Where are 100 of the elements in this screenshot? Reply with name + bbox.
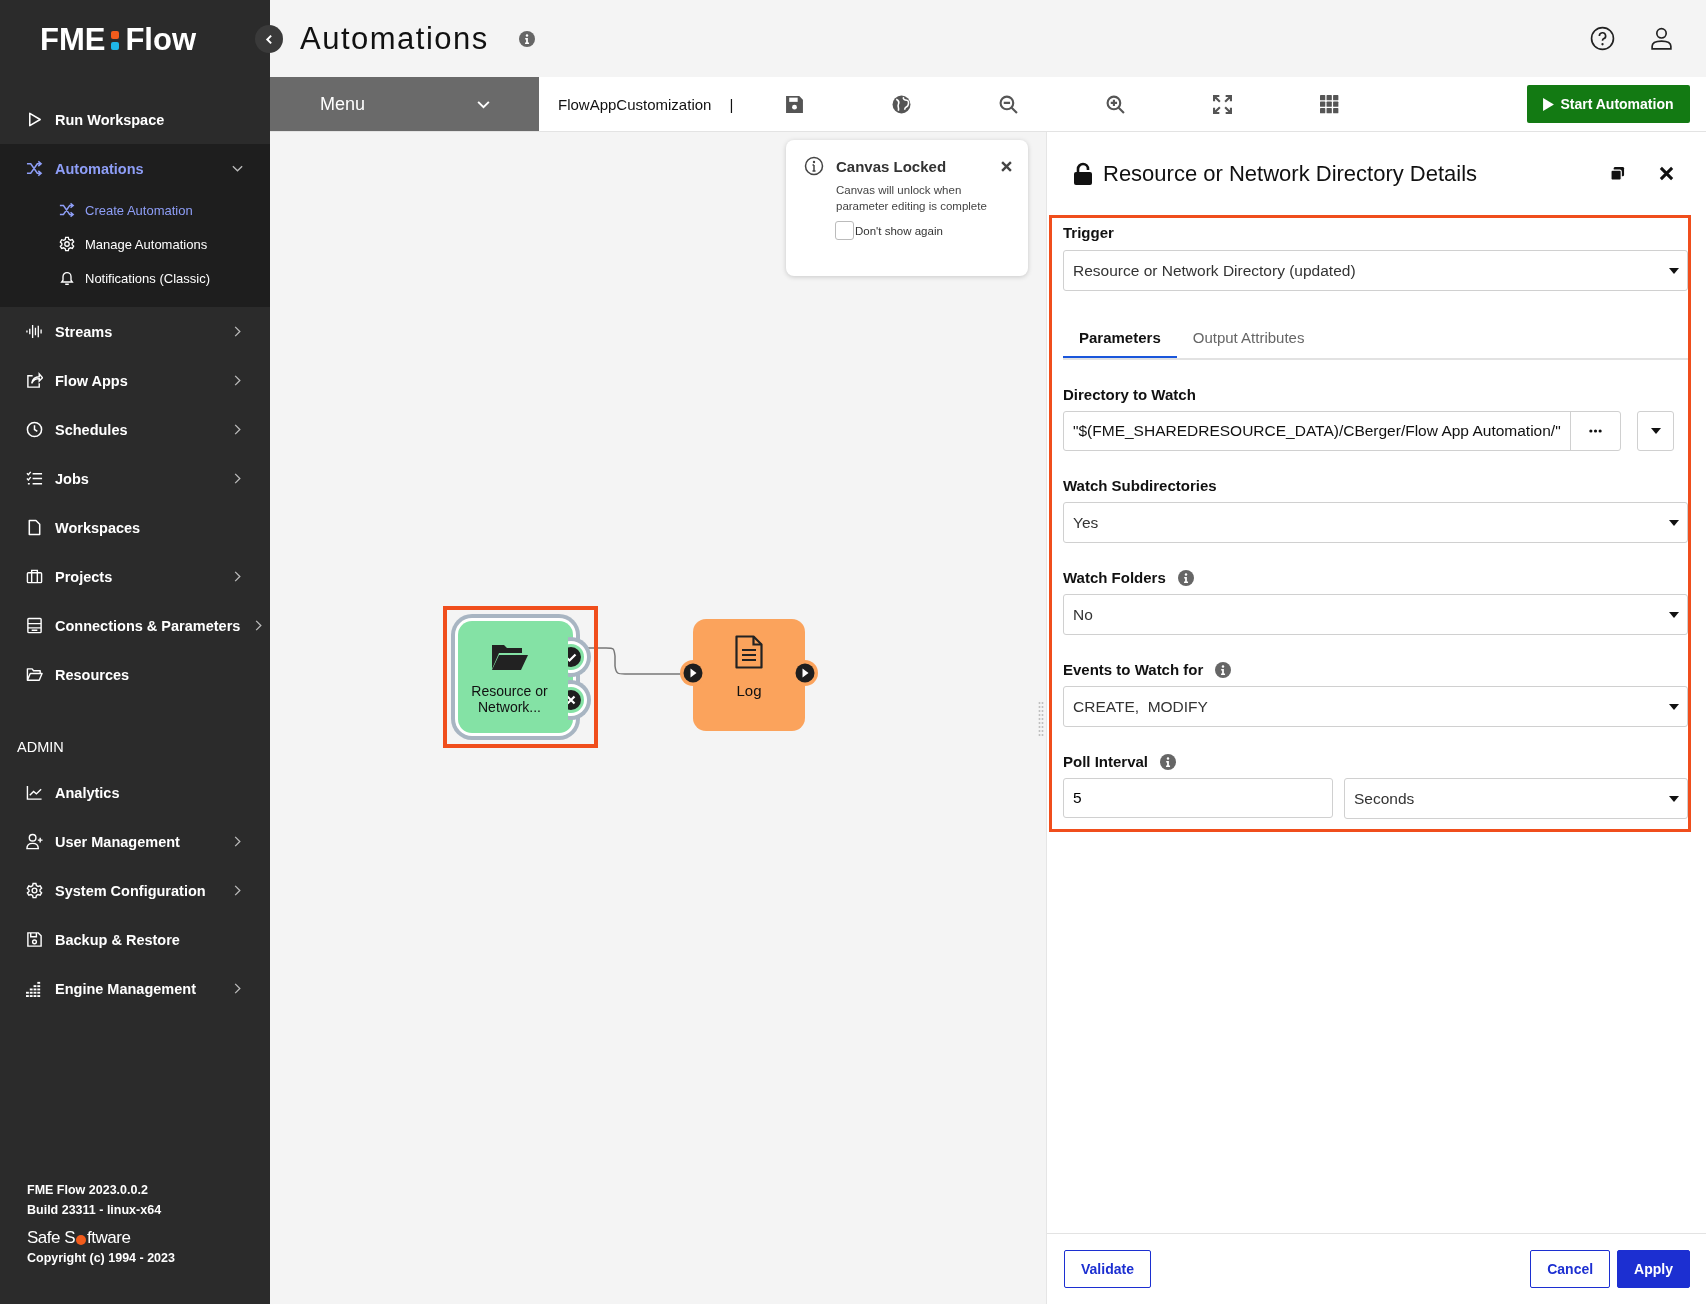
start-automation-button[interactable]: Start Automation bbox=[1527, 85, 1690, 123]
bar-grid-icon bbox=[26, 980, 43, 997]
info-icon bbox=[804, 156, 824, 176]
logo-text: Flow bbox=[125, 22, 197, 58]
help-icon[interactable] bbox=[1590, 26, 1615, 51]
caret-icon bbox=[1669, 519, 1679, 526]
apply-button[interactable]: Apply bbox=[1617, 1250, 1690, 1288]
waveform-icon bbox=[26, 323, 43, 340]
info-icon[interactable] bbox=[1215, 661, 1232, 678]
logo-text: FME bbox=[40, 22, 106, 58]
nav-subitem[interactable]: Notifications (Classic) bbox=[0, 261, 270, 295]
nav-item[interactable]: Streams bbox=[0, 307, 270, 356]
nav-item[interactable]: Schedules bbox=[0, 405, 270, 454]
logo-mark-icon bbox=[111, 29, 120, 51]
zoom-in-icon[interactable] bbox=[1106, 94, 1126, 114]
tab[interactable]: Parameters bbox=[1063, 318, 1177, 358]
nav-item[interactable]: Connections & Parameters bbox=[0, 601, 270, 650]
info-icon[interactable] bbox=[1177, 569, 1194, 586]
close-icon[interactable] bbox=[1659, 166, 1674, 181]
nav-item[interactable]: Workspaces bbox=[0, 503, 270, 552]
more-icon bbox=[1589, 429, 1602, 433]
field-label: Watch Folders bbox=[1063, 569, 1166, 586]
nav-item[interactable]: Engine Management bbox=[0, 964, 270, 1013]
checklist-icon bbox=[26, 470, 43, 487]
close-icon[interactable] bbox=[1001, 160, 1012, 172]
nav-item[interactable]: Resources bbox=[0, 650, 270, 699]
play-icon bbox=[1543, 97, 1555, 111]
select-field[interactable]: Yes bbox=[1063, 502, 1688, 543]
grid-icon[interactable] bbox=[1320, 94, 1340, 114]
play-icon bbox=[26, 111, 43, 128]
user-icon[interactable] bbox=[1649, 26, 1674, 51]
caret-icon bbox=[1669, 795, 1679, 802]
shuffle-icon bbox=[59, 202, 75, 218]
briefcase-icon bbox=[26, 568, 43, 585]
page-title: Automations bbox=[300, 20, 489, 57]
caret-icon bbox=[1669, 267, 1679, 274]
fit-screen-icon[interactable] bbox=[1213, 94, 1233, 114]
number-field[interactable]: 5 bbox=[1063, 778, 1333, 818]
build-text: Build 23311 - linux-x64 bbox=[27, 1202, 163, 1219]
menu-dropdown[interactable]: Menu bbox=[270, 77, 539, 131]
output-port-icon[interactable] bbox=[792, 660, 818, 686]
nav-item[interactable]: System Configuration bbox=[0, 866, 270, 915]
copyright-text: Copyright (c) 1994 - 2023 bbox=[27, 1250, 176, 1267]
nav-item[interactable]: Jobs bbox=[0, 454, 270, 503]
path-field[interactable]: "$(FME_SHAREDRESOURCE_DATA)/CBerger/Flow App Automation/" bbox=[1063, 411, 1621, 451]
nav-subitem[interactable]: Manage Automations bbox=[0, 227, 270, 261]
panel-title: Resource or Network Directory Details bbox=[1103, 160, 1478, 187]
chevron-left-icon bbox=[263, 33, 275, 45]
unit-select[interactable]: Seconds bbox=[1344, 778, 1688, 819]
document-icon bbox=[26, 519, 43, 536]
field-label: Poll Interval bbox=[1063, 753, 1149, 770]
document-icon bbox=[735, 635, 763, 669]
checkbox[interactable] bbox=[835, 221, 854, 240]
input-port-icon[interactable] bbox=[680, 660, 706, 686]
form-icon bbox=[26, 617, 43, 634]
caret-icon bbox=[1650, 428, 1661, 434]
checkbox-label: Don't show again bbox=[855, 224, 943, 237]
workspace-name: FlowAppCustomization bbox=[558, 95, 712, 113]
version-text: FME Flow 2023.0.0.2 bbox=[27, 1182, 149, 1199]
node-label: Resource or Network... bbox=[470, 683, 549, 715]
nav-item[interactable]: Backup & Restore bbox=[0, 915, 270, 964]
field-label: Directory to Watch bbox=[1063, 386, 1196, 403]
field-label: Events to Watch for bbox=[1063, 661, 1204, 678]
line-chart-icon bbox=[26, 784, 43, 801]
cancel-button[interactable]: Cancel bbox=[1530, 1250, 1611, 1288]
select-field[interactable]: No bbox=[1063, 594, 1688, 635]
validate-button[interactable]: Validate bbox=[1064, 1250, 1151, 1288]
dot-icon bbox=[76, 1234, 87, 1245]
gear-icon bbox=[59, 236, 75, 252]
tab[interactable]: Output Attributes bbox=[1176, 318, 1321, 358]
caret-icon bbox=[1669, 703, 1679, 710]
company-logo-text: Safe S bbox=[27, 1228, 76, 1248]
field-label: Watch Subdirectories bbox=[1063, 477, 1217, 494]
resize-handle-icon[interactable] bbox=[1038, 701, 1044, 737]
select-field[interactable]: CREATE, MODIFY bbox=[1063, 686, 1688, 727]
zoom-out-icon[interactable] bbox=[999, 94, 1019, 114]
nav-item[interactable]: User Management bbox=[0, 817, 270, 866]
nav-item[interactable]: Flow Apps bbox=[0, 356, 270, 405]
node-label: Log bbox=[736, 683, 762, 699]
nav-item[interactable]: Run Workspace bbox=[0, 95, 270, 144]
popup-message: Canvas will unlock when parameter editing is complete bbox=[836, 183, 988, 214]
add-user-icon bbox=[26, 833, 43, 850]
info-icon[interactable] bbox=[518, 30, 535, 47]
pop-out-icon[interactable] bbox=[1610, 166, 1625, 181]
info-icon[interactable] bbox=[1160, 753, 1177, 770]
clock-icon bbox=[26, 421, 43, 438]
nav-item[interactable]: Automations bbox=[0, 144, 270, 193]
globe-icon[interactable] bbox=[892, 94, 912, 114]
section-heading: ADMIN bbox=[16, 738, 65, 757]
trigger-select[interactable]: Resource or Network Directory (updated) bbox=[1063, 250, 1688, 291]
nav-subitem[interactable]: Create Automation bbox=[0, 193, 270, 227]
company-logo-text: ftware bbox=[87, 1228, 131, 1248]
action-node[interactable]: Log bbox=[693, 619, 805, 731]
nav-item[interactable]: Analytics bbox=[0, 768, 270, 817]
folder-icon bbox=[491, 643, 528, 671]
share-icon bbox=[26, 372, 43, 389]
save-icon[interactable] bbox=[785, 94, 805, 114]
bell-icon bbox=[59, 270, 75, 286]
dropdown-button[interactable] bbox=[1637, 411, 1674, 451]
nav-item[interactable]: Projects bbox=[0, 552, 270, 601]
